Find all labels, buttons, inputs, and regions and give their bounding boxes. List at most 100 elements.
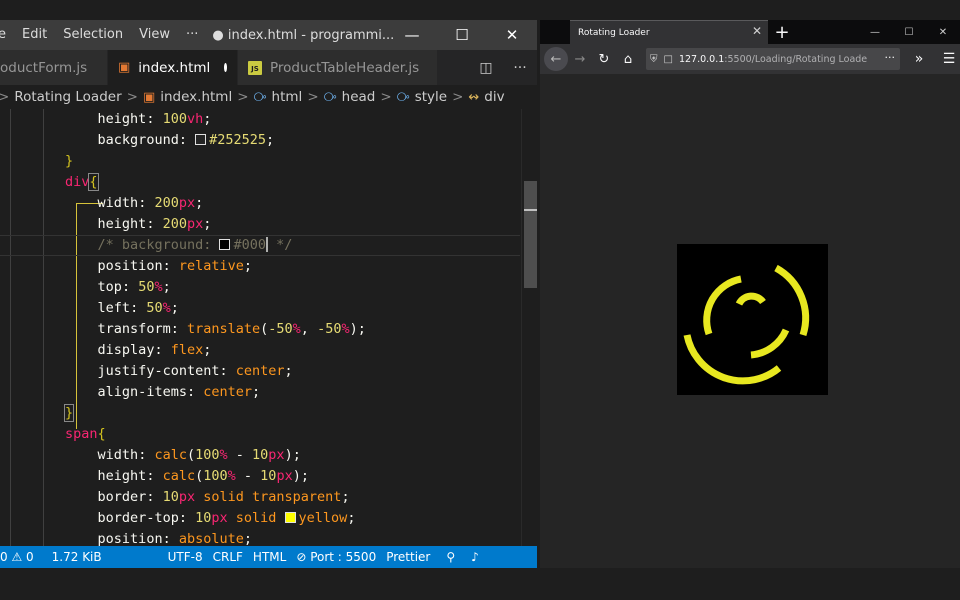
chevron-right-icon: > — [237, 89, 249, 105]
chevron-right-icon: > — [126, 89, 138, 105]
overflow-chevron-icon[interactable]: » — [908, 51, 930, 67]
code-line: background: #252525; — [97, 132, 275, 148]
scrollbar-cursor-marker — [524, 209, 537, 211]
chevron-right-icon: > — [307, 89, 319, 105]
rotating-loader — [677, 244, 828, 395]
menu-edit[interactable]: Edit — [14, 20, 55, 50]
breadcrumb: > Rotating Loader > ▣ index.html > ⧂ html > ⧂ h… — [0, 85, 537, 109]
code-line: transform: translate(-50%, -50%); — [97, 321, 366, 337]
file-size: 1.72 KiB — [51, 550, 102, 564]
scrollbar-thumb[interactable] — [524, 181, 537, 288]
code-line: top: 50%; — [97, 279, 171, 295]
code-editor[interactable]: height: 100vh; background: #252525; } di… — [0, 109, 537, 546]
forward-button[interactable]: → — [568, 47, 592, 71]
html5-icon: ▣ — [142, 89, 156, 105]
reload-button[interactable]: ↻ — [592, 47, 616, 71]
back-button[interactable]: ← — [544, 47, 568, 71]
element-icon: ⧂ — [323, 89, 337, 105]
code-line-current: /* background: #000 */ — [0, 235, 520, 256]
browser-window-controls: — ☐ ✕ — [858, 20, 960, 44]
live-server-port[interactable]: ⊘ Port : 5500 — [294, 550, 384, 564]
loader-rings — [683, 264, 810, 385]
color-swatch[interactable] — [284, 512, 296, 523]
code-line: height: 100vh; — [97, 111, 212, 127]
element-icon: ⧂ — [253, 89, 267, 105]
editor-tab-bar: oductForm.js ▣ index.html JS ProductTabl… — [0, 50, 537, 85]
code-line: border: 10px solid transparent; — [97, 489, 350, 505]
element-icon: ⧂ — [396, 89, 410, 105]
code-line: height: calc(100% - 10px); — [97, 468, 309, 484]
tab-label: oductForm.js — [0, 59, 88, 76]
breadcrumb-item[interactable]: > ▣ index.html — [122, 89, 233, 105]
page-actions-icon[interactable]: ··· — [884, 51, 895, 64]
loader-ring-inner — [735, 292, 766, 306]
hamburger-menu-icon[interactable]: ☰ — [938, 51, 960, 67]
chevron-right-icon: > — [0, 89, 10, 105]
menu-selection[interactable]: Selection — [55, 20, 131, 50]
encoding[interactable]: UTF-8 — [110, 550, 211, 564]
chevron-right-icon: > — [380, 89, 392, 105]
home-button[interactable]: ⌂ — [616, 47, 640, 71]
code-line: left: 50%; — [97, 300, 179, 316]
code-line: div{ — [65, 173, 99, 191]
window-title: ● index.html - programmi... — [212, 27, 395, 43]
url-text: 127.0.0.1:5500/Loading/Rotating Loade — [679, 54, 867, 65]
maximize-button[interactable]: ☐ — [892, 20, 926, 44]
status-bar: 0 ⚠ 0 1.72 KiB UTF-8 CRLF HTML ⊘ Port : … — [0, 546, 537, 568]
more-actions-icon[interactable]: ··· — [503, 60, 537, 76]
split-editor-icon[interactable]: ◫ — [469, 60, 503, 76]
vertical-scrollbar[interactable] — [521, 109, 537, 546]
breadcrumb-item[interactable]: > ↭ div — [447, 89, 505, 105]
code-line: align-items: center; — [97, 384, 261, 400]
address-bar[interactable]: ⛨ □ 127.0.0.1:5500/Loading/Rotating Load… — [646, 48, 900, 70]
loader-ring-outer-bottom — [683, 334, 782, 385]
code-line: border-top: 10px solid yellow; — [97, 510, 356, 526]
tab-strip-spacer — [540, 20, 570, 44]
shield-icon[interactable]: ⛨ — [650, 54, 658, 65]
breadcrumb-item[interactable]: > ⧂ html — [232, 89, 302, 105]
css-rule-icon: ↭ — [468, 89, 480, 105]
browser-tab-title: Rotating Loader — [578, 27, 650, 38]
close-button[interactable]: ✕ — [487, 20, 537, 50]
browser-tab-rotating-loader[interactable]: Rotating Loader ✕ — [570, 20, 768, 44]
browser-window: Rotating Loader ✕ + — ☐ ✕ ← → ↻ ⌂ ⛨ □ 12… — [540, 20, 960, 568]
close-button[interactable]: ✕ — [926, 20, 960, 44]
loader-ring-middle-right — [750, 328, 790, 359]
problems-indicator[interactable]: 0 ⚠ 0 — [0, 550, 42, 564]
tab-producttableheader[interactable]: JS ProductTableHeader.js — [238, 50, 438, 85]
language-mode[interactable]: HTML — [251, 550, 294, 564]
tab-actions: ◫ ··· — [461, 50, 537, 85]
close-tab-icon[interactable]: ✕ — [752, 24, 762, 38]
menu-file[interactable]: e — [0, 20, 14, 50]
minimize-button[interactable]: — — [387, 20, 437, 50]
menu-more[interactable]: ··· — [178, 20, 206, 50]
tab-index-html[interactable]: ▣ index.html — [108, 50, 238, 85]
vscode-window: e Edit Selection View ··· ● index.html -… — [0, 20, 537, 568]
code-line: } — [65, 153, 74, 169]
unsaved-dot-icon[interactable] — [224, 63, 227, 72]
color-swatch[interactable] — [219, 239, 231, 250]
js-file-icon: JS — [248, 60, 262, 75]
new-tab-button[interactable]: + — [768, 20, 796, 44]
bell-icon[interactable]: ♪ — [463, 550, 487, 564]
code-line: width: 200px; — [97, 195, 204, 211]
breadcrumb-item[interactable]: > ⧂ style — [375, 89, 447, 105]
line-ending[interactable]: CRLF — [211, 550, 251, 564]
tab-label: index.html — [138, 59, 211, 76]
loader-ring-outer — [774, 264, 810, 337]
maximize-button[interactable]: ☐ — [437, 20, 487, 50]
no-entry-icon: ⊘ — [296, 550, 311, 564]
code-line: position: absolute; — [97, 531, 253, 546]
minimize-button[interactable]: — — [858, 20, 892, 44]
prettier-status[interactable]: Prettier — [384, 550, 438, 564]
tab-productform[interactable]: oductForm.js — [0, 50, 108, 85]
url-path: :5500/Loading/Rotating Loade — [724, 53, 868, 65]
page-info-icon[interactable]: □ — [664, 54, 673, 65]
color-swatch[interactable] — [195, 134, 207, 145]
menu-view[interactable]: View — [131, 20, 178, 50]
feedback-icon[interactable]: ⚲ — [438, 550, 463, 564]
html5-icon: ▣ — [118, 60, 131, 75]
breadcrumb-item[interactable]: > Rotating Loader — [0, 89, 122, 105]
code-line: span{ — [65, 426, 106, 442]
breadcrumb-item[interactable]: > ⧂ head — [302, 89, 375, 105]
